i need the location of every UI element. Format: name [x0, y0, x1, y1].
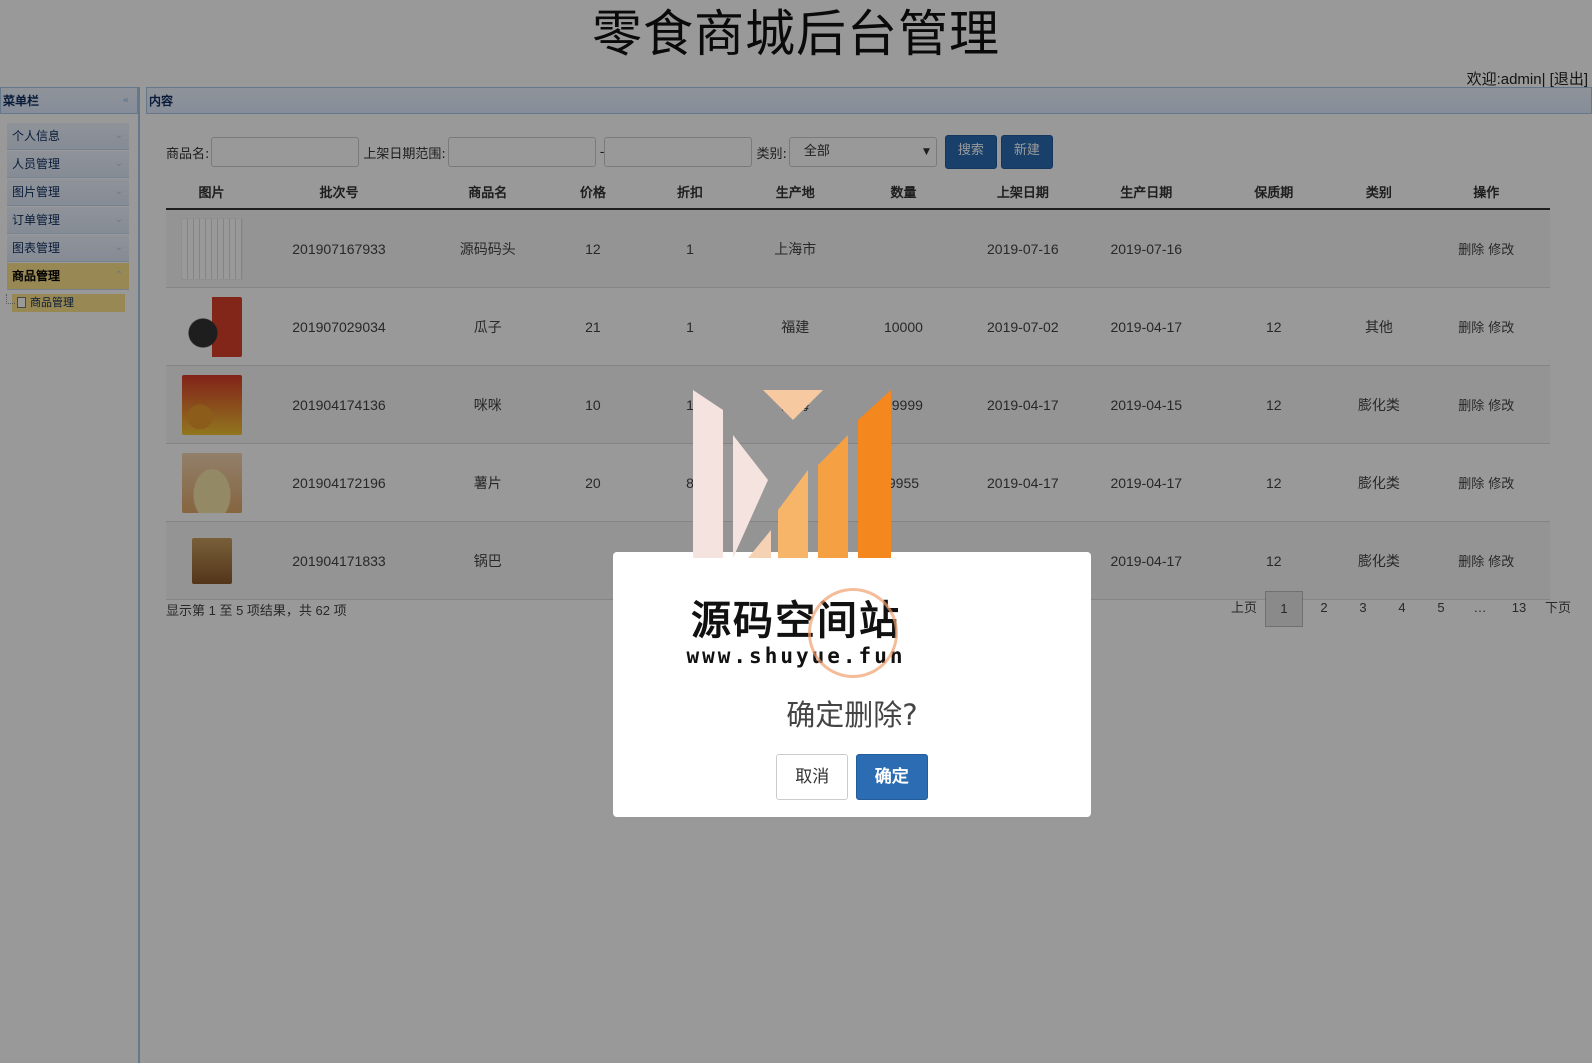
logo-bar-6: [858, 390, 891, 558]
logo-bar-5: [818, 435, 848, 558]
confirm-button[interactable]: 确定: [855, 754, 928, 800]
logo-bar-3: [748, 530, 771, 558]
watermark-logo: [693, 390, 891, 558]
cancel-button[interactable]: 取消: [776, 754, 849, 800]
logo-bar-1: [693, 390, 723, 558]
logo-triangle: [763, 390, 823, 420]
dialog-message: 确定删除?: [786, 698, 918, 732]
logo-bar-2: [733, 435, 768, 558]
watermark-ring: [808, 588, 898, 678]
dialog-buttons: 取消 确定: [613, 754, 1091, 800]
logo-bar-4: [778, 470, 808, 558]
